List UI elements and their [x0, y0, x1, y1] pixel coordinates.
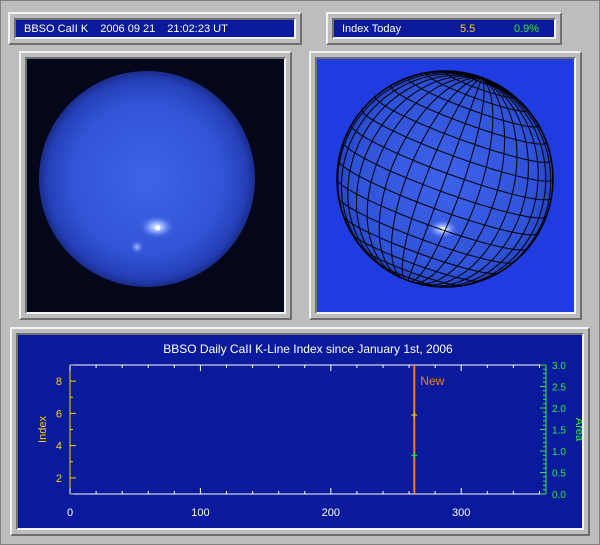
observation-label: BBSO CaII K 2006 09 21 21:02:23 UT: [14, 18, 296, 39]
kline-index-chart: BBSO Daily CaII K-Line Index since Janua…: [37, 342, 585, 519]
y-right-tick-label: 1.0: [552, 447, 566, 458]
index-today-panel: Index Today 5.5 0.9%: [326, 12, 562, 45]
observation-time: 21:02:23 UT: [167, 22, 228, 35]
index-today-value: 5.5: [460, 22, 476, 35]
sun-disk-image: [39, 71, 255, 287]
header-info-panel: BBSO CaII K 2006 09 21 21:02:23 UT: [8, 12, 302, 45]
x-tick-label: 0: [67, 507, 73, 519]
y-right-tick-label: 1.5: [552, 426, 566, 437]
y-right-tick-label: 2.5: [552, 383, 566, 394]
y-right-tick-label: 0.5: [552, 469, 566, 480]
chart-panel: BBSO Daily CaII K-Line Index since Janua…: [10, 327, 590, 536]
y-right-tick-label: 2.0: [552, 404, 566, 415]
y-left-axis-label: Index: [37, 416, 49, 443]
x-tick-label: 200: [322, 507, 340, 519]
chart-title: BBSO Daily CaII K-Line Index since Janua…: [163, 342, 453, 356]
x-tick-label: 100: [191, 507, 209, 519]
solar-image-left: [25, 57, 286, 314]
x-tick-label: 300: [452, 507, 470, 519]
solar-image-panel-left: [19, 51, 292, 320]
y-right-tick-label: 3.0: [552, 361, 566, 372]
new-marker-label: New: [420, 374, 444, 388]
area-today-value: 0.9%: [514, 22, 540, 35]
y-right-tick-label: 0.0: [552, 490, 566, 501]
solar-image-right: [315, 57, 576, 314]
y-left-tick-label: 4: [56, 441, 62, 453]
observation-date: 2006 09 21: [100, 22, 156, 35]
index-today-box: Index Today 5.5 0.9%: [332, 18, 556, 39]
chart-area: BBSO Daily CaII K-Line Index since Janua…: [16, 333, 585, 530]
solar-image-panel-right: [309, 51, 582, 320]
index-today-label: Index Today: [342, 22, 402, 35]
y-left-tick-label: 8: [56, 376, 62, 388]
sun-grid-image: [336, 70, 554, 288]
y-left-tick-label: 6: [56, 408, 62, 420]
y-left-tick-label: 2: [56, 473, 62, 485]
observatory-title: BBSO CaII K: [24, 22, 89, 35]
y-right-axis-label: Area: [573, 418, 582, 442]
